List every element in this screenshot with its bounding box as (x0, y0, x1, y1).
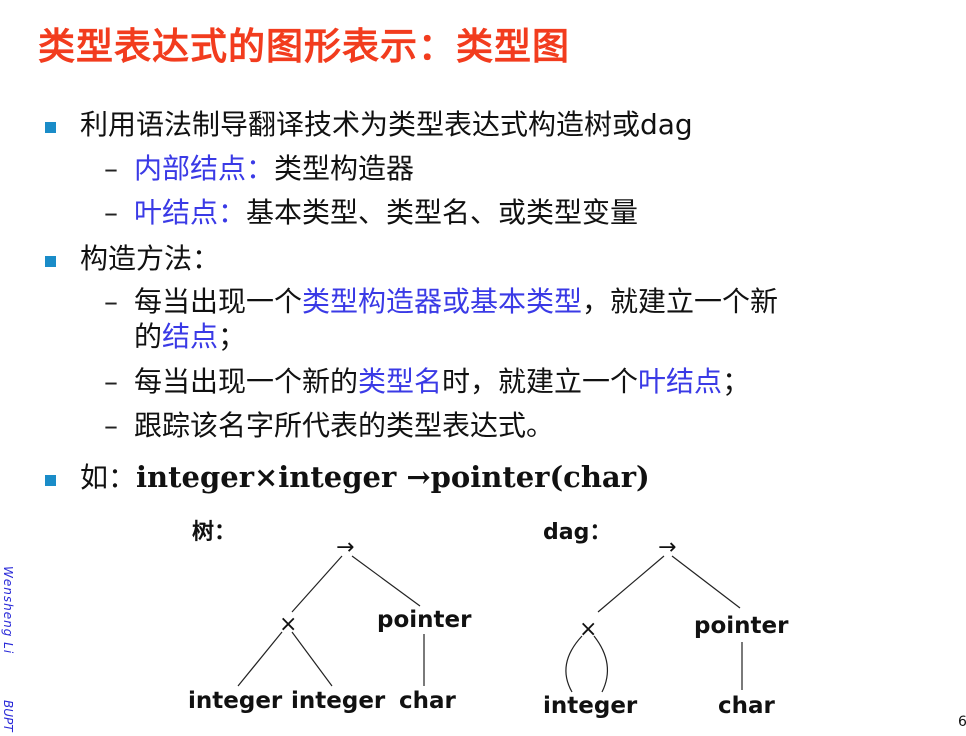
dag-edge (565, 635, 583, 693)
dag-label: dag： (543, 520, 612, 545)
dag-leaf-integer: integer (543, 693, 638, 719)
dag-times-node: × (579, 617, 598, 642)
org-watermark: BUPT (1, 700, 15, 732)
tree-label: 树： (192, 520, 237, 545)
dag-pointer-node: pointer (694, 613, 789, 639)
tree-pointer-node: pointer (377, 607, 472, 633)
page-number: 6 (958, 714, 966, 730)
tree-root-arrow: → (336, 535, 355, 560)
tree-edge (291, 631, 333, 687)
tree-leaf-char: char (399, 688, 456, 714)
diagram-edges (237, 555, 743, 693)
tree-times-node: × (279, 612, 298, 637)
tree-edge (237, 631, 283, 687)
tree-leaf-integer-1: integer (188, 688, 283, 714)
dag-leaf-char: char (718, 693, 775, 719)
dag-edge (597, 555, 665, 613)
author-watermark: Wensheng Li (1, 566, 15, 655)
tree-edge (291, 555, 343, 613)
dag-root-arrow: → (658, 535, 677, 560)
dag-edge (593, 635, 609, 693)
dag-edge (671, 555, 741, 609)
tree-leaf-integer-2: integer (291, 688, 386, 714)
tree-edge (351, 555, 421, 607)
